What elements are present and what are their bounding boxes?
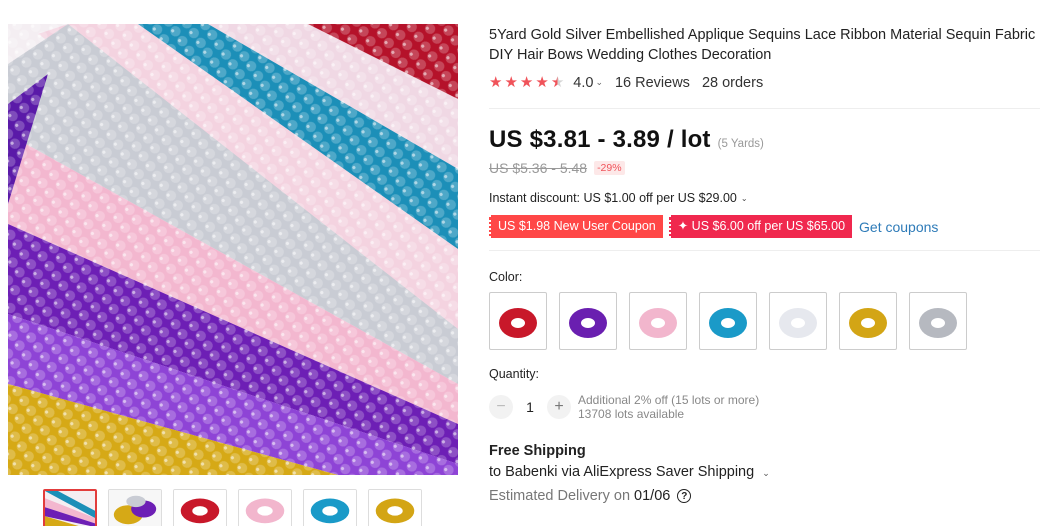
product-title: 5Yard Gold Silver Embellished Applique S… xyxy=(489,27,1036,63)
quantity-label: Quantity: xyxy=(489,367,540,381)
shipping-destination[interactable]: to Babenki via AliExpress Saver Shipping… xyxy=(489,464,770,480)
shipping-destination-text: to Babenki via AliExpress Saver Shipping xyxy=(489,464,755,480)
chevron-down-icon: ⌄ xyxy=(740,193,748,203)
rating-row: ★ ★ ★ ★ ★ 4.0 ⌄ 16 Reviews 28 orders xyxy=(489,74,763,92)
white-sequin-swatch[interactable] xyxy=(769,292,827,350)
main-product-image[interactable] xyxy=(8,24,458,475)
thumbnail-pink[interactable] xyxy=(238,489,292,526)
price-row: US $3.81 - 3.89 / lot (5 Yards) xyxy=(489,126,764,154)
sequin-ribbons-photo xyxy=(8,24,458,475)
pink-sequin-swatch[interactable] xyxy=(629,292,687,350)
instant-discount-text: Instant discount: US $1.00 off per US $2… xyxy=(489,191,737,205)
quantity-notes: Additional 2% off (15 lots or more) 1370… xyxy=(578,393,759,421)
store-coupon[interactable]: ✦ US $6.00 off per US $65.00 xyxy=(668,215,853,238)
discount-badge: -29% xyxy=(594,161,625,175)
silver-sequin-swatch[interactable] xyxy=(909,292,967,350)
star-icon: ★ xyxy=(504,74,518,91)
star-icon: ★ xyxy=(519,74,534,91)
divider xyxy=(489,250,1040,251)
star-icon: ★ xyxy=(535,74,549,91)
thumbnail-blue[interactable] xyxy=(303,489,357,526)
decrease-quantity-button[interactable]: − xyxy=(489,395,513,419)
thumbnail-multicolor[interactable] xyxy=(43,489,97,526)
color-swatches xyxy=(489,292,967,350)
star-half-icon: ★ xyxy=(550,74,565,91)
delivery-label: Estimated Delivery on xyxy=(489,488,631,504)
original-price-row: US $5.36 - 5.48 -29% xyxy=(489,160,625,176)
thumbnail-gold-purple[interactable] xyxy=(108,489,162,526)
thumbnail-red[interactable] xyxy=(173,489,227,526)
chevron-down-icon[interactable]: ⌄ xyxy=(595,77,603,88)
divider xyxy=(489,108,1040,109)
gold-sequin-swatch[interactable] xyxy=(839,292,897,350)
quantity-input[interactable]: 1 xyxy=(513,399,547,415)
color-label: Color: xyxy=(489,270,523,284)
thumbnail-strip xyxy=(43,489,422,526)
thumbnail-gold[interactable] xyxy=(368,489,422,526)
increase-quantity-button[interactable]: + xyxy=(547,395,571,419)
original-price: US $5.36 - 5.48 xyxy=(489,160,588,176)
red-sequin-swatch[interactable] xyxy=(489,292,547,350)
stock-available: 13708 lots available xyxy=(578,407,685,421)
current-price: US $3.81 - 3.89 / lot xyxy=(489,126,711,153)
bulk-discount-note: Additional 2% off (15 lots or more) xyxy=(578,393,760,407)
new-user-coupon[interactable]: US $1.98 New User Coupon xyxy=(489,215,663,238)
purple-sequin-swatch[interactable] xyxy=(559,292,617,350)
reviews-link[interactable]: 16 Reviews xyxy=(615,75,690,91)
orders-count: 28 orders xyxy=(701,75,764,91)
coupon-row: US $1.98 New User Coupon ✦ US $6.00 off … xyxy=(489,215,938,238)
estimated-delivery: Estimated Delivery on 01/06 ? xyxy=(489,488,692,504)
delivery-date: 01/06 xyxy=(634,488,671,504)
unit-note: (5 Yards) xyxy=(717,138,764,150)
get-coupons-link[interactable]: Get coupons xyxy=(859,219,938,235)
instant-discount[interactable]: Instant discount: US $1.00 off per US $2… xyxy=(489,191,748,205)
blue-sequin-swatch[interactable] xyxy=(699,292,757,350)
help-icon[interactable]: ? xyxy=(677,489,692,503)
shipping-title: Free Shipping xyxy=(489,443,586,459)
star-icon: ★ xyxy=(489,74,503,91)
star-rating: ★ ★ ★ ★ ★ xyxy=(489,74,564,92)
quantity-stepper: − 1 + Additional 2% off (15 lots or more… xyxy=(489,393,759,421)
chevron-down-icon: ⌄ xyxy=(762,468,770,478)
rating-value[interactable]: 4.0 xyxy=(573,75,593,91)
